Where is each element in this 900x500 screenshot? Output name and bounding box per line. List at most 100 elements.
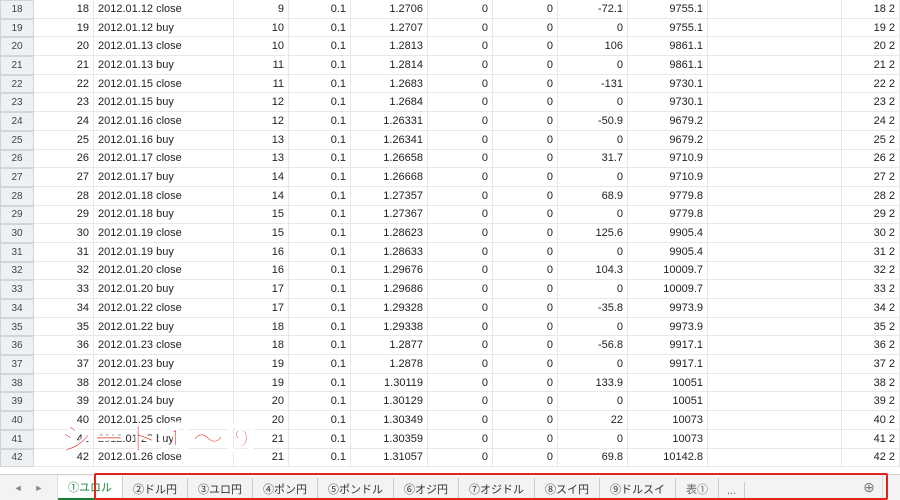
cell[interactable]: 1.30349: [351, 411, 428, 430]
sheet-tab[interactable]: ⑥オジ円: [394, 478, 459, 500]
cell[interactable]: 31.7: [558, 150, 628, 169]
cell[interactable]: 0: [493, 336, 558, 355]
row-header[interactable]: 18: [0, 0, 34, 19]
cell[interactable]: 0: [428, 19, 493, 38]
cell[interactable]: 9861.1: [628, 37, 708, 56]
cell[interactable]: 41 2: [842, 430, 900, 449]
row-header[interactable]: 39: [0, 392, 34, 411]
cell[interactable]: 0: [428, 75, 493, 94]
cell[interactable]: [708, 299, 842, 318]
cell[interactable]: 0: [493, 19, 558, 38]
cell[interactable]: 17: [234, 299, 289, 318]
cell[interactable]: [708, 243, 842, 262]
cell[interactable]: 0: [558, 56, 628, 75]
cell[interactable]: 2012.01.24 buy: [94, 392, 234, 411]
cell[interactable]: 32: [34, 262, 94, 281]
table-row[interactable]: 30302012.01.19 close150.11.2862300125.69…: [0, 224, 900, 243]
cell[interactable]: 1.28623: [351, 224, 428, 243]
cell[interactable]: 2012.01.23 buy: [94, 355, 234, 374]
sheet-tab[interactable]: ⑦オジドル: [459, 478, 535, 500]
cell[interactable]: 2012.01.22 close: [94, 299, 234, 318]
sheet-tab[interactable]: 表①: [676, 478, 719, 500]
cell[interactable]: 1.29328: [351, 299, 428, 318]
cell[interactable]: 9973.9: [628, 299, 708, 318]
cell[interactable]: 30: [34, 224, 94, 243]
cell[interactable]: [708, 374, 842, 393]
row-header[interactable]: 23: [0, 93, 34, 112]
cell[interactable]: 2012.01.25 close: [94, 411, 234, 430]
cell[interactable]: 28: [34, 187, 94, 206]
sheet-tab[interactable]: ④ポン円: [253, 478, 318, 500]
cell[interactable]: 42: [34, 449, 94, 468]
cell[interactable]: 9710.9: [628, 168, 708, 187]
cell[interactable]: 0: [428, 430, 493, 449]
cell[interactable]: 106: [558, 37, 628, 56]
cell[interactable]: -72.1: [558, 0, 628, 19]
cell[interactable]: 9679.2: [628, 112, 708, 131]
cell[interactable]: 0: [558, 355, 628, 374]
cell[interactable]: [708, 411, 842, 430]
cell[interactable]: 12: [234, 93, 289, 112]
cell[interactable]: 1.30119: [351, 374, 428, 393]
cell[interactable]: 16: [234, 262, 289, 281]
cell[interactable]: 9679.2: [628, 131, 708, 150]
cell[interactable]: 0: [428, 37, 493, 56]
table-row[interactable]: 20202012.01.13 close100.11.2813001069861…: [0, 37, 900, 56]
cell[interactable]: 2012.01.15 close: [94, 75, 234, 94]
cell[interactable]: 24 2: [842, 112, 900, 131]
cell[interactable]: 27: [34, 168, 94, 187]
cell[interactable]: 0.1: [289, 150, 351, 169]
cell[interactable]: 68.9: [558, 187, 628, 206]
cell[interactable]: 21: [234, 449, 289, 468]
cell[interactable]: 2012.01.26 close: [94, 449, 234, 468]
row-header[interactable]: 38: [0, 374, 34, 393]
cell[interactable]: 0: [428, 243, 493, 262]
cell[interactable]: 0: [428, 131, 493, 150]
cell[interactable]: 0: [558, 430, 628, 449]
cell[interactable]: -131: [558, 75, 628, 94]
cell[interactable]: 104.3: [558, 262, 628, 281]
cell[interactable]: 0: [493, 150, 558, 169]
cell[interactable]: 1.26341: [351, 131, 428, 150]
row-header[interactable]: 26: [0, 150, 34, 169]
cell[interactable]: [708, 150, 842, 169]
table-row[interactable]: 33332012.01.20 buy170.11.2968600010009.7…: [0, 280, 900, 299]
cell[interactable]: 0.1: [289, 93, 351, 112]
cell[interactable]: [708, 355, 842, 374]
cell[interactable]: 38: [34, 374, 94, 393]
cell[interactable]: 0: [428, 150, 493, 169]
cell[interactable]: 0.1: [289, 206, 351, 225]
cell[interactable]: 1.30129: [351, 392, 428, 411]
cell[interactable]: 0: [558, 93, 628, 112]
cell[interactable]: 0: [428, 336, 493, 355]
cell[interactable]: 0: [493, 131, 558, 150]
cell[interactable]: 0.1: [289, 318, 351, 337]
cell[interactable]: 1.30359: [351, 430, 428, 449]
cell[interactable]: 0: [493, 392, 558, 411]
table-row[interactable]: 42422012.01.26 close210.11.310570069.810…: [0, 449, 900, 468]
cell[interactable]: 2012.01.18 close: [94, 187, 234, 206]
cell[interactable]: 0.1: [289, 355, 351, 374]
cell[interactable]: 0: [493, 430, 558, 449]
sheet-tab[interactable]: ⑤ポンドル: [318, 478, 394, 500]
cell[interactable]: 13: [234, 131, 289, 150]
cell[interactable]: [708, 37, 842, 56]
cell[interactable]: 40 2: [842, 411, 900, 430]
cell[interactable]: 0: [493, 168, 558, 187]
row-header[interactable]: 28: [0, 187, 34, 206]
cell[interactable]: [708, 168, 842, 187]
cell[interactable]: 2012.01.19 buy: [94, 243, 234, 262]
cell[interactable]: 19: [234, 374, 289, 393]
row-header[interactable]: 27: [0, 168, 34, 187]
table-row[interactable]: 26262012.01.17 close130.11.266580031.797…: [0, 150, 900, 169]
cell[interactable]: 69.8: [558, 449, 628, 468]
cell[interactable]: 1.2706: [351, 0, 428, 19]
cell[interactable]: 20 2: [842, 37, 900, 56]
cell[interactable]: 18: [34, 0, 94, 19]
sheet-tab[interactable]: ⑨ドルスイ: [600, 478, 676, 500]
cell[interactable]: 19 2: [842, 19, 900, 38]
cell[interactable]: 39 2: [842, 392, 900, 411]
cell[interactable]: 10: [234, 37, 289, 56]
cell[interactable]: 30 2: [842, 224, 900, 243]
cell[interactable]: 10009.7: [628, 280, 708, 299]
